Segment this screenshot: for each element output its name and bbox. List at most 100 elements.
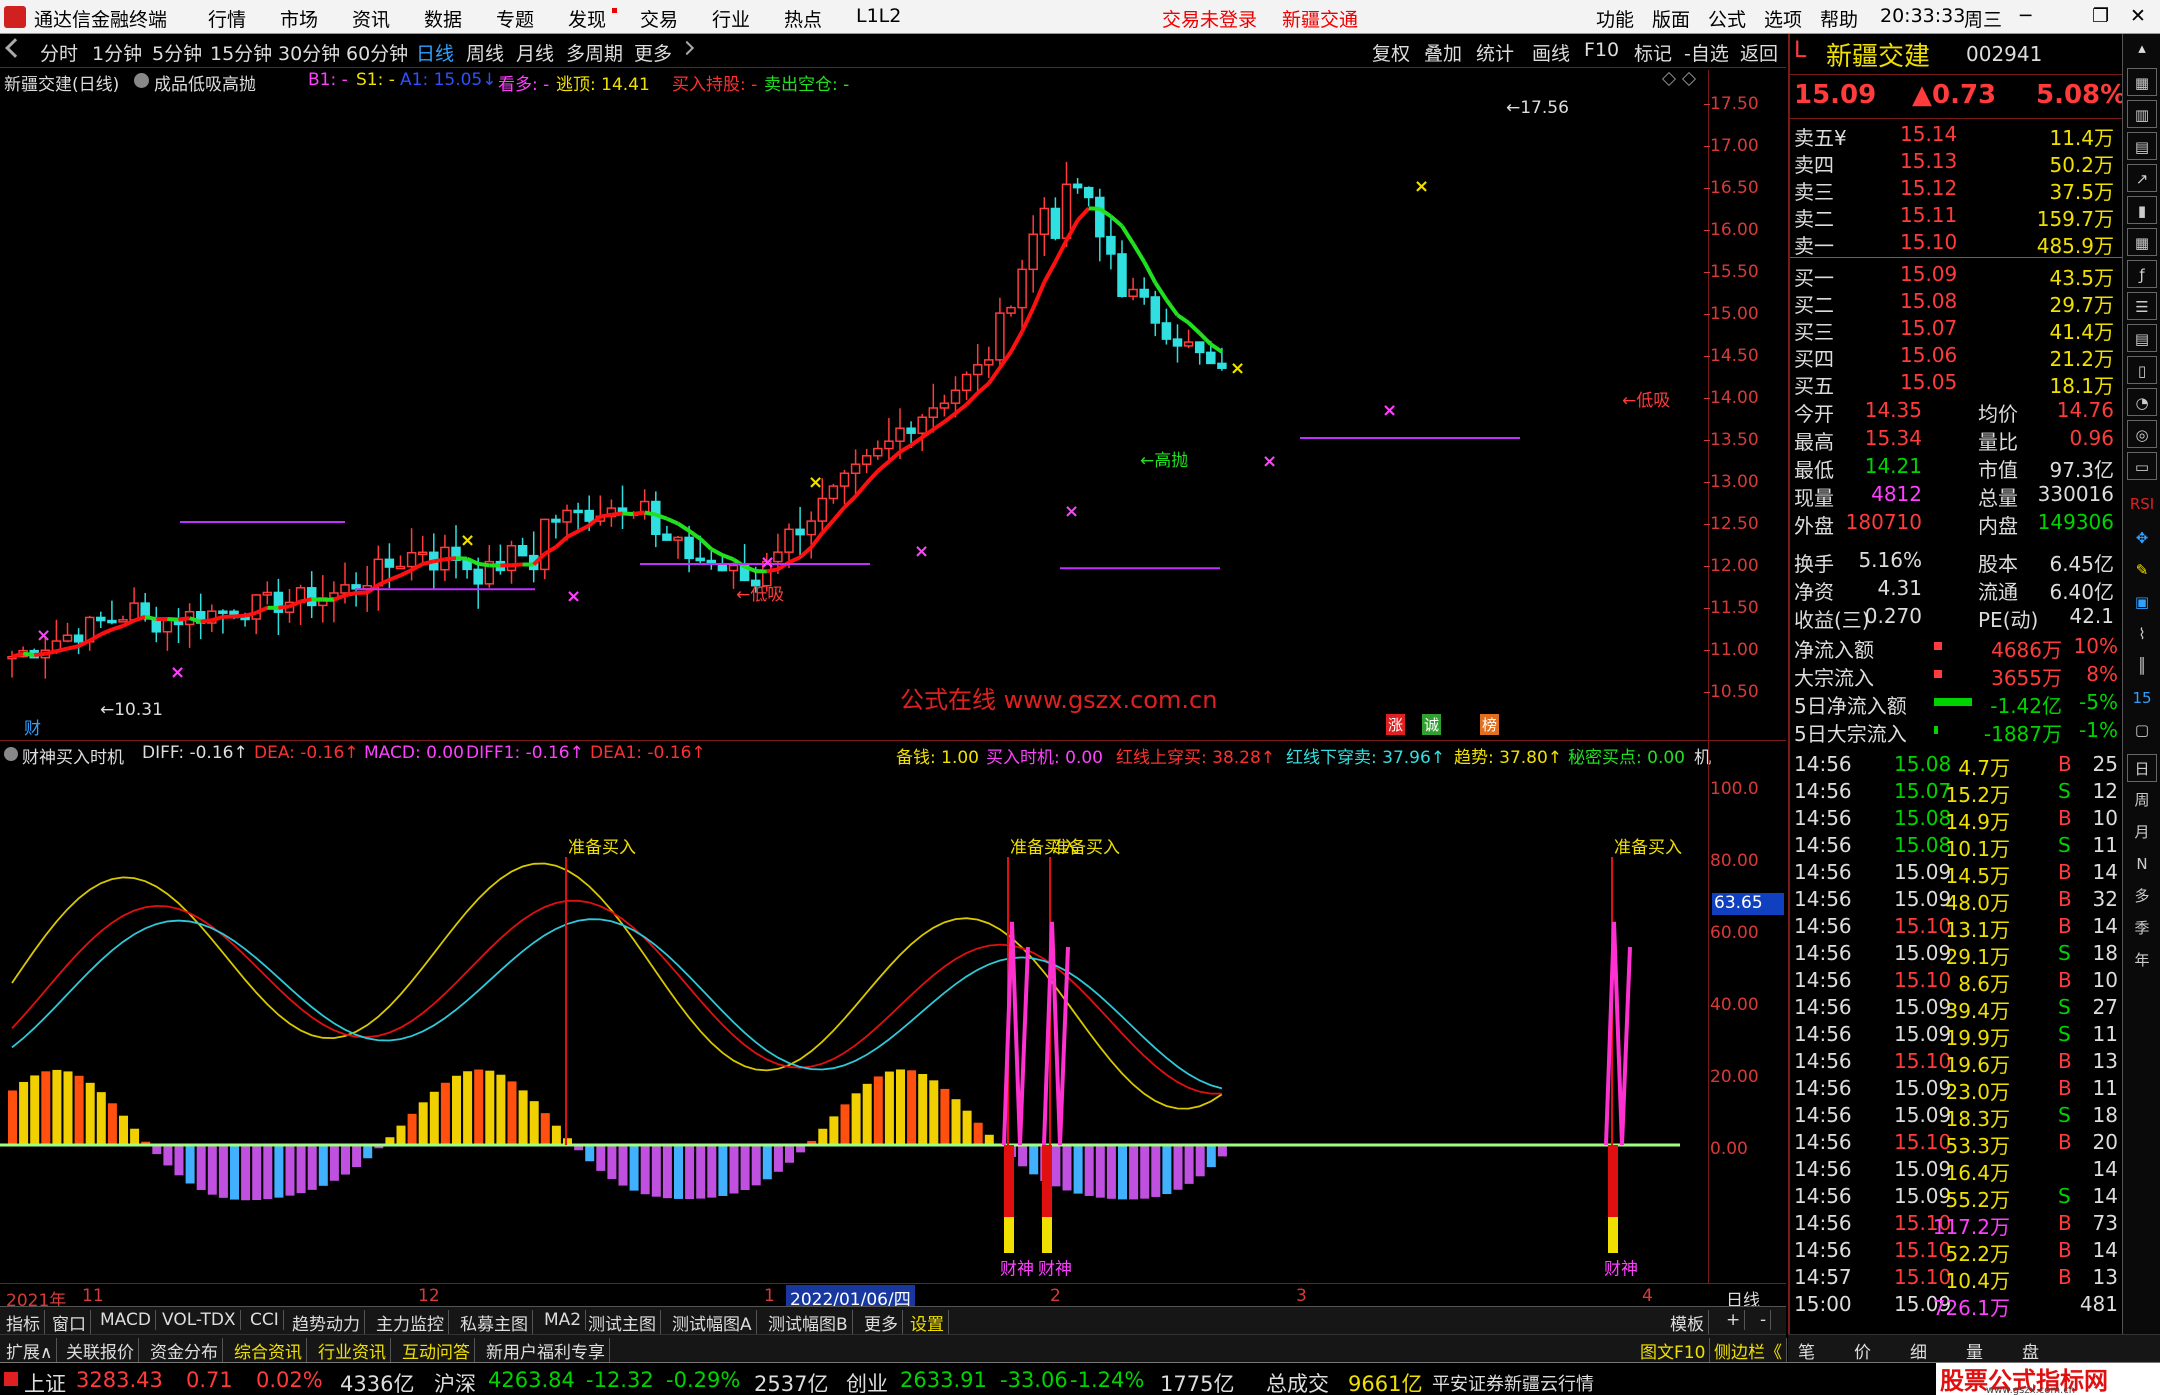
period-5min[interactable]: 5分钟 (152, 39, 202, 66)
sidebar-year[interactable]: 年 (2127, 946, 2157, 974)
quote-row[interactable]: 14:56 15.10 53.3万 B 20 (1790, 1128, 2122, 1158)
quote-row[interactable]: 14:56 15.09 14.5万 B 14 (1790, 858, 2122, 888)
tab-vol-tdx[interactable]: VOL-TDX (158, 1310, 241, 1330)
period-fenshi[interactable]: 分时 (40, 39, 78, 66)
period-daily[interactable]: 日线 (416, 39, 454, 66)
sidebar-day[interactable]: 日 (2127, 754, 2157, 782)
quote-row[interactable]: 14:56 15.10 19.6万 B 13 (1790, 1047, 2122, 1077)
sidebar-doc-icon[interactable]: ▯ (2127, 356, 2157, 384)
quote-row[interactable]: 14:56 15.08 4.7万 B 25 (1790, 750, 2122, 780)
tool-f10[interactable]: F10 (1584, 39, 1619, 61)
sidebar-window-icon[interactable]: ▭ (2127, 452, 2157, 480)
quote-row[interactable]: 净流入额 4686万 10% (1790, 632, 2122, 662)
period-multi[interactable]: 多周期 (566, 39, 623, 66)
sidebar-grid-icon[interactable]: ▦ (2127, 228, 2157, 256)
tab-zonghe[interactable]: 综合资讯 (230, 1338, 307, 1363)
tab-zhibiao[interactable]: 指标 (2, 1310, 45, 1335)
tab-zijin[interactable]: 资金分布 (146, 1338, 223, 1363)
badge-cheng[interactable]: 诚 (1422, 714, 1442, 735)
quote-row[interactable]: 14:56 15.08 14.9万 B 10 (1790, 804, 2122, 834)
sidebar-table-icon[interactable]: ▤ (2127, 324, 2157, 352)
menu-gongneng[interactable]: 功能 (1596, 5, 1634, 32)
tab-chuangkou[interactable]: 窗口 (48, 1310, 91, 1335)
sidebar-n[interactable]: N (2127, 850, 2157, 878)
quote-row[interactable]: 买五 15.05 18.1万 (1790, 368, 2122, 398)
quote-row[interactable]: 14:56 15.10 13.1万 B 14 (1790, 912, 2122, 942)
template-button[interactable]: 模板 (1666, 1310, 1709, 1335)
tab-kuozhan[interactable]: 扩展∧ (2, 1338, 58, 1363)
sidebar-tool-icon-2[interactable]: ▥ (2127, 100, 2157, 128)
quote-row[interactable]: 14:56 15.10 8.6万 B 10 (1790, 966, 2122, 996)
tool-zixuan[interactable]: -自选 (1684, 39, 1729, 66)
tab-qushi[interactable]: 趋势动力 (288, 1310, 365, 1335)
sidebar-pane-icon[interactable]: ▢ (2127, 716, 2157, 744)
sidebar-fs-icon[interactable]: ▣ (2127, 588, 2157, 616)
tab-simu[interactable]: 私募主图 (456, 1310, 533, 1335)
quote-row[interactable]: 14:56 15.09 55.2万 S 14 (1790, 1182, 2122, 1212)
quote-row[interactable]: 14:56 15.09 23.0万 B 11 (1790, 1074, 2122, 1104)
quote-row[interactable]: 14:56 15.08 10.1万 S 11 (1790, 831, 2122, 861)
sidebar-multi[interactable]: 多 (2127, 882, 2157, 910)
tab-ceshi[interactable]: 测试主图 (584, 1310, 661, 1335)
menu-zixun[interactable]: 资讯 (352, 5, 390, 32)
period-15min[interactable]: 15分钟 (210, 39, 272, 66)
kline-chart[interactable]: ←17.56 ←10.31 ←低吸 ←高抛 ←低吸 × × × × × × × × × × × × (0, 68, 1708, 740)
quote-row[interactable]: 14:56 15.10 117.2万 B 73 (1790, 1209, 2122, 1239)
quote-row[interactable]: 最高 15.34 量比 0.96 (1790, 424, 2122, 454)
quote-row[interactable]: 5日大宗流入 -1887万 -1% (1790, 716, 2122, 746)
sidebar-move-icon[interactable]: ✥ (2127, 524, 2157, 552)
sidebar-fn-icon[interactable]: ƒ (2127, 260, 2157, 288)
quote-row[interactable]: 买二 15.08 29.7万 (1790, 287, 2122, 317)
quote-row[interactable]: 15:00 15.09 726.1万 481 (1790, 1290, 2122, 1320)
cy-name[interactable]: 创业 (846, 1368, 888, 1395)
stock-name[interactable]: 新疆交建 (1826, 36, 1930, 73)
hs-name[interactable]: 沪深 (434, 1368, 476, 1395)
menu-l1l2[interactable]: L1L2 (856, 5, 901, 27)
quote-row[interactable]: 换手 5.16% 股本 6.45亿 (1790, 546, 2122, 576)
menu-jiaoyi[interactable]: 交易 (640, 5, 678, 32)
tab-ceshi-b[interactable]: 测试幅图B (764, 1310, 853, 1335)
tab-guanlian[interactable]: 关联报价 (62, 1338, 139, 1363)
kline-panel[interactable]: 新疆交建(日线) 成品低吸高抛 B1: - S1: - A1: 15.05↓ 看… (0, 68, 1786, 740)
quote-row[interactable]: 14:56 15.10 52.2万 B 14 (1790, 1236, 2122, 1266)
tool-fuquan[interactable]: 复权 (1372, 39, 1410, 66)
tab-sidebar[interactable]: 侧边栏《 (1710, 1338, 1787, 1363)
tab-hangye[interactable]: 行业资讯 (314, 1338, 391, 1363)
tab-newuser[interactable]: 新用户福利专享 (482, 1338, 610, 1363)
tab-pan[interactable]: 盘 (2022, 1338, 2039, 1363)
sidebar-pie-icon[interactable]: ◔ (2127, 388, 2157, 416)
tab-more[interactable]: 更多 (860, 1310, 903, 1335)
sidebar-pen-icon[interactable]: ✎ (2127, 556, 2157, 584)
menu-gongshi[interactable]: 公式 (1708, 5, 1746, 32)
tab-macd[interactable]: MACD (96, 1310, 156, 1330)
sidebar-tool-icon-1[interactable]: ▦ (2127, 68, 2157, 96)
sidebar-quarter[interactable]: 季 (2127, 914, 2157, 942)
tab-shezhi[interactable]: 设置 (906, 1310, 949, 1335)
tab-xi[interactable]: 细 (1910, 1338, 1927, 1363)
quote-row[interactable]: 14:56 15.09 19.9万 S 11 (1790, 1020, 2122, 1050)
minimize-icon[interactable]: ─ (2020, 5, 2031, 27)
sidebar-week[interactable]: 周 (2127, 786, 2157, 814)
sidebar-bar-icon[interactable]: ▮ (2127, 196, 2157, 224)
menu-faxian[interactable]: 发现 (568, 5, 606, 32)
quote-row[interactable]: 14:56 15.09 39.4万 S 27 (1790, 993, 2122, 1023)
menu-hangye[interactable]: 行业 (712, 5, 750, 32)
period-weekly[interactable]: 周线 (466, 39, 504, 66)
quote-row[interactable]: 14:56 15.09 48.0万 B 32 (1790, 885, 2122, 915)
period-monthly[interactable]: 月线 (516, 39, 554, 66)
quote-row[interactable]: 14:56 15.09 18.3万 S 18 (1790, 1101, 2122, 1131)
quote-row[interactable]: 现量 4812 总量 330016 (1790, 480, 2122, 510)
trade-login-status[interactable]: 交易未登录 (1162, 5, 1257, 32)
restore-icon[interactable]: ❐ (2092, 5, 2109, 27)
indicator-chart[interactable]: 准备买入 准备买入准备买入 准备买入财神 财神 财神 (0, 741, 1708, 1283)
tool-biaoji[interactable]: 标记 (1634, 39, 1672, 66)
sidebar-15[interactable]: 15 (2127, 684, 2157, 712)
tab-ceshi-a[interactable]: 测试幅图A (668, 1310, 757, 1335)
badge-bang[interactable]: 榜 (1480, 714, 1500, 735)
period-1min[interactable]: 1分钟 (92, 39, 142, 66)
menu-hangqing[interactable]: 行情 (208, 5, 246, 32)
quote-row[interactable]: 卖三 15.12 37.5万 (1790, 174, 2122, 204)
tab-liang[interactable]: 量 (1966, 1338, 1983, 1363)
sh-name[interactable]: 上证 (24, 1368, 66, 1395)
menu-zhuanti[interactable]: 专题 (496, 5, 534, 32)
